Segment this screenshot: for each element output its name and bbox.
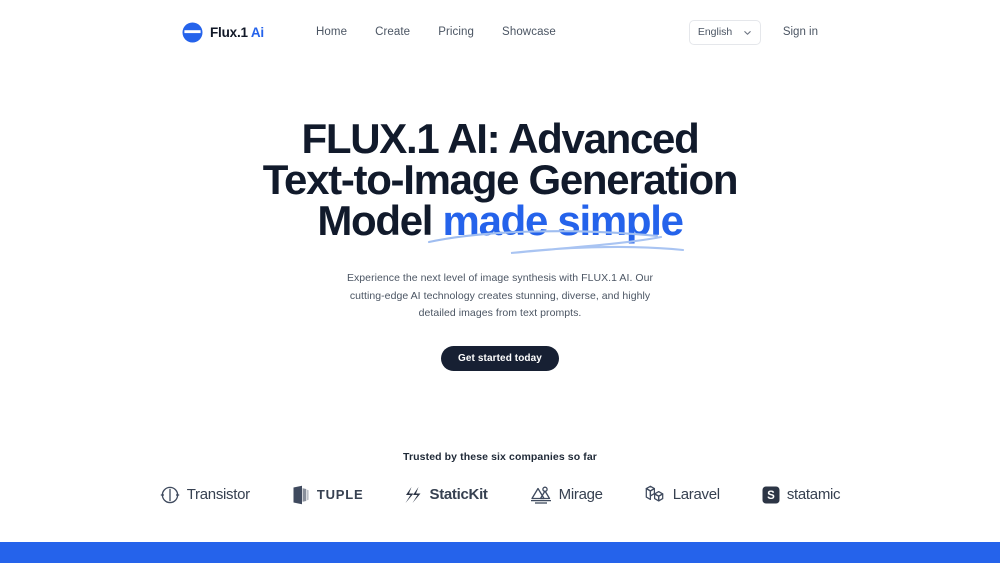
headline-accent-text: made simple <box>442 197 684 244</box>
brand-logo-link[interactable]: Flux.1 Ai <box>182 22 264 43</box>
trusted-by-label: Trusted by these six companies so far <box>403 451 597 463</box>
brand-name: Flux.1 Ai <box>210 24 264 40</box>
company-logo-mirage: Mirage <box>530 485 603 505</box>
language-selector-value: English <box>697 26 733 38</box>
page-title: FLUX.1 AI: Advanced Text-to-Image Genera… <box>220 115 780 255</box>
transistor-icon <box>160 486 179 503</box>
footer-color-band <box>0 542 1000 563</box>
company-name-transistor: Transistor <box>186 486 250 503</box>
header-actions: English Sign in <box>688 19 818 45</box>
get-started-button[interactable]: Get started today <box>441 345 559 371</box>
company-logo-tuple: TUPLE <box>292 485 364 505</box>
company-name-statickit: StaticKit <box>429 486 488 503</box>
language-selector[interactable]: English <box>688 19 761 45</box>
main-nav: Home Create Pricing Showcase <box>316 26 556 38</box>
headline-line-1: FLUX.1 AI: Advanced <box>301 115 700 162</box>
company-name-tuple: TUPLE <box>316 487 364 502</box>
company-logo-row: Transistor TUPLE StaticKit Mirage Larave… <box>0 484 1000 505</box>
svg-text:S: S <box>767 490 775 502</box>
headline-line-2: Text-to-Image Generation <box>262 156 739 203</box>
nav-item-create[interactable]: Create <box>375 26 410 38</box>
headline-line-3-prefix: Model <box>317 197 433 244</box>
hero-subheading: Experience the next level of image synth… <box>346 272 654 319</box>
tuple-icon <box>293 485 309 504</box>
nav-item-pricing[interactable]: Pricing <box>438 26 474 38</box>
mirage-icon <box>530 486 551 504</box>
statamic-icon: S <box>762 486 780 503</box>
sign-in-link[interactable]: Sign in <box>783 26 818 38</box>
flux-circle-logo-icon <box>182 22 203 42</box>
site-header: Flux.1 Ai Home Create Pricing Showcase E… <box>0 0 1000 64</box>
trusted-by-section: Trusted by these six companies so far Tr… <box>0 451 1000 505</box>
company-logo-transistor: Transistor <box>160 485 250 505</box>
nav-item-showcase[interactable]: Showcase <box>502 26 556 38</box>
landing-page: Flux.1 Ai Home Create Pricing Showcase E… <box>0 0 1000 563</box>
laravel-icon <box>645 485 664 502</box>
nav-item-home[interactable]: Home <box>316 26 347 38</box>
hero-cta-wrap: Get started today <box>0 345 1000 371</box>
headline-accent: made simple <box>427 197 684 255</box>
company-name-mirage: Mirage <box>558 486 603 503</box>
hero-section: FLUX.1 AI: Advanced Text-to-Image Genera… <box>0 118 1000 371</box>
chevron-down-icon <box>744 30 751 35</box>
company-name-statamic: statamic <box>786 486 841 503</box>
company-logo-statickit: StaticKit <box>405 486 488 504</box>
company-logo-laravel: Laravel <box>645 484 720 505</box>
company-name-laravel: Laravel <box>672 486 720 503</box>
company-logo-statamic: S statamic <box>762 486 841 504</box>
statickit-icon <box>405 486 421 503</box>
